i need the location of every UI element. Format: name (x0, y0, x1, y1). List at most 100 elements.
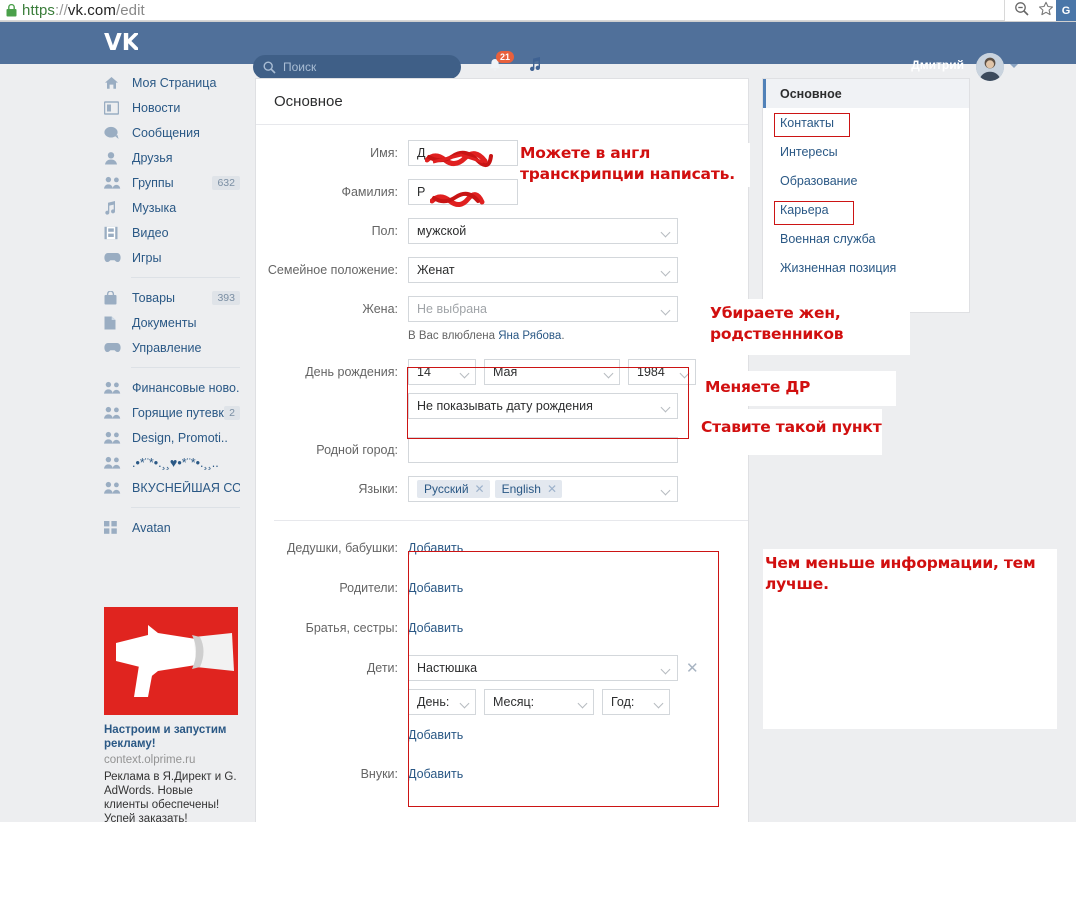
birthday-visibility-value: Не показывать дату рождения (417, 399, 593, 413)
sidebar-item-count: 2 (224, 405, 240, 420)
sidebar-item-label: Товары (132, 290, 175, 305)
advertisement-block[interactable]: Настроим и запустим рекламу! context.olp… (104, 607, 238, 822)
nav-item-label: Основное (780, 86, 842, 101)
ad-image[interactable] (104, 607, 238, 715)
sidebar-item-avatan[interactable]: Avatan (104, 515, 240, 540)
sidebar-item-games[interactable]: Игры (104, 245, 240, 270)
add-grandparents-link[interactable]: Добавить (408, 535, 748, 561)
music-button[interactable] (528, 56, 542, 77)
address-bar[interactable]: https://vk.com/edit (0, 0, 1005, 21)
sidebar-item-messages[interactable]: Сообщения (104, 120, 240, 145)
people-icon (104, 481, 122, 494)
sidebar-item-management[interactable]: Управление (104, 335, 240, 360)
hometown-input[interactable] (408, 437, 678, 463)
chevron-down-icon (660, 664, 671, 675)
redaction-scribble-first-name (425, 150, 493, 168)
field-row-grandparents: Дедушки, бабушки: Добавить (256, 535, 748, 561)
add-siblings-link[interactable]: Добавить (408, 615, 748, 641)
marital-status-label: Семейное положение: (267, 263, 398, 277)
chevron-down-icon (660, 227, 671, 238)
child-month-select[interactable]: Месяц: (484, 689, 594, 715)
chevron-down-icon[interactable] (1010, 64, 1018, 68)
field-row-wife: Жена: Не выбрана В Вас влюблена Яна Рябо… (256, 296, 748, 342)
sidebar-item-my-page[interactable]: Моя Страница (104, 70, 240, 95)
add-parents-link[interactable]: Добавить (408, 575, 748, 601)
chevron-down-icon (660, 305, 671, 316)
field-row-gender: Пол: мужской (256, 218, 748, 244)
field-row-hometown: Родной город: (256, 437, 748, 463)
sidebar-item-video[interactable]: Видео (104, 220, 240, 245)
nav-item-voennaya-sluzhba[interactable]: Военная служба (763, 224, 969, 253)
grandparents-label: Дедушки, бабушки: (286, 541, 398, 555)
language-tag[interactable]: Русский ✕ (417, 480, 490, 498)
sidebar-item-friends[interactable]: Друзья (104, 145, 240, 170)
sidebar-item-label: Моя Страница (132, 75, 217, 90)
user-name-label[interactable]: Дмитрий (911, 58, 964, 72)
zoom-out-icon[interactable] (1014, 1, 1030, 17)
document-icon (104, 316, 122, 330)
language-tag-label: English (501, 482, 541, 496)
nav-item-zhiznennaya-poziciya[interactable]: Жизненная позиция (763, 253, 969, 282)
sidebar-group-decorative[interactable]: .•*¨*•.¸¸♥•*¨*•.¸¸.. (104, 450, 240, 475)
redaction-scribble-last-name (430, 191, 485, 207)
add-child-link[interactable]: Добавить (408, 722, 748, 748)
field-row-birthday: День рождения: 14 Мая 1984 Не показывать… (256, 359, 748, 419)
annotation-line: Можете в англ (520, 144, 651, 162)
notifications-badge: 21 (496, 51, 515, 63)
birthday-day-select[interactable]: 14 (408, 359, 476, 385)
child-name-select[interactable]: Настюшка (408, 655, 678, 681)
wife-select[interactable]: Не выбрана (408, 296, 678, 322)
languages-select[interactable]: Русский ✕ English ✕ (408, 476, 678, 502)
sidebar-group-finance[interactable]: Финансовые ново.. (104, 375, 240, 400)
hometown-label: Родной город: (316, 443, 398, 457)
left-sidebar: Моя Страница Новости Сообщения Друзья Гр… (104, 70, 240, 540)
star-icon[interactable] (1038, 1, 1054, 17)
add-grandchildren-link[interactable]: Добавить (408, 761, 748, 787)
marital-status-select[interactable]: Женат (408, 257, 678, 283)
birthday-visibility-select[interactable]: Не показывать дату рождения (408, 393, 678, 419)
sidebar-item-documents[interactable]: Документы (104, 310, 240, 335)
child-day-select[interactable]: День: (408, 689, 476, 715)
annotation-line: Чем меньше информации, тем (765, 554, 1036, 572)
child-entry: Настюшка ✕ (408, 655, 748, 681)
lock-icon (6, 3, 17, 16)
sidebar-group-tours[interactable]: Горящие путевки.. 2 (104, 400, 240, 425)
people-icon (104, 381, 122, 394)
ad-title[interactable]: Настроим и запустим рекламу! (104, 723, 238, 751)
nav-item-kontakty[interactable]: Контакты (763, 108, 969, 137)
remove-child-icon[interactable]: ✕ (686, 659, 699, 677)
nav-item-karera[interactable]: Карьера (763, 195, 969, 224)
sidebar-divider (131, 507, 240, 508)
sidebar-item-products[interactable]: Товары 393 (104, 285, 240, 310)
sidebar-item-news[interactable]: Новости (104, 95, 240, 120)
nav-item-osnovnoe[interactable]: Основное (763, 79, 969, 108)
notifications-button[interactable]: 21 (486, 51, 515, 77)
avatar[interactable] (976, 53, 1004, 81)
language-tag[interactable]: English ✕ (494, 477, 563, 501)
vk-logo-icon[interactable]: VK (104, 30, 141, 56)
nav-item-obrazovanie[interactable]: Образование (763, 166, 969, 195)
sidebar-group-design[interactable]: Design, Promoti.. (104, 425, 240, 450)
music-note-icon (104, 200, 122, 215)
child-year-select[interactable]: Год: (602, 689, 670, 715)
sidebar-item-groups[interactable]: Группы 632 (104, 170, 240, 195)
love-hint-link[interactable]: Яна Рябова (498, 330, 561, 342)
search-input[interactable]: Поиск (253, 55, 461, 79)
close-icon[interactable]: ✕ (547, 477, 557, 501)
ad-description: Реклама в Я.Директ и G. AdWords. Новые к… (104, 771, 237, 822)
nav-item-interesy[interactable]: Интересы (763, 137, 969, 166)
sidebar-item-label: Сообщения (132, 125, 200, 140)
close-icon[interactable]: ✕ (475, 477, 485, 501)
child-day-value: День: (417, 695, 450, 709)
sidebar-item-music[interactable]: Музыка (104, 195, 240, 220)
chevron-down-icon (660, 402, 671, 413)
parents-label: Родители: (339, 581, 398, 595)
vk-top-navigation-bar: VK Поиск 21 Дмитрий (0, 22, 1076, 81)
svg-text:VK: VK (104, 31, 138, 53)
birthday-year-select[interactable]: 1984 (628, 359, 696, 385)
browser-extension-button[interactable]: G (1056, 0, 1076, 21)
gender-select[interactable]: мужской (408, 218, 678, 244)
birthday-month-select[interactable]: Мая (484, 359, 620, 385)
sidebar-group-salt[interactable]: ВКУСНЕЙШАЯ СОЛ... (104, 475, 240, 500)
sidebar-item-count: 393 (212, 290, 240, 305)
